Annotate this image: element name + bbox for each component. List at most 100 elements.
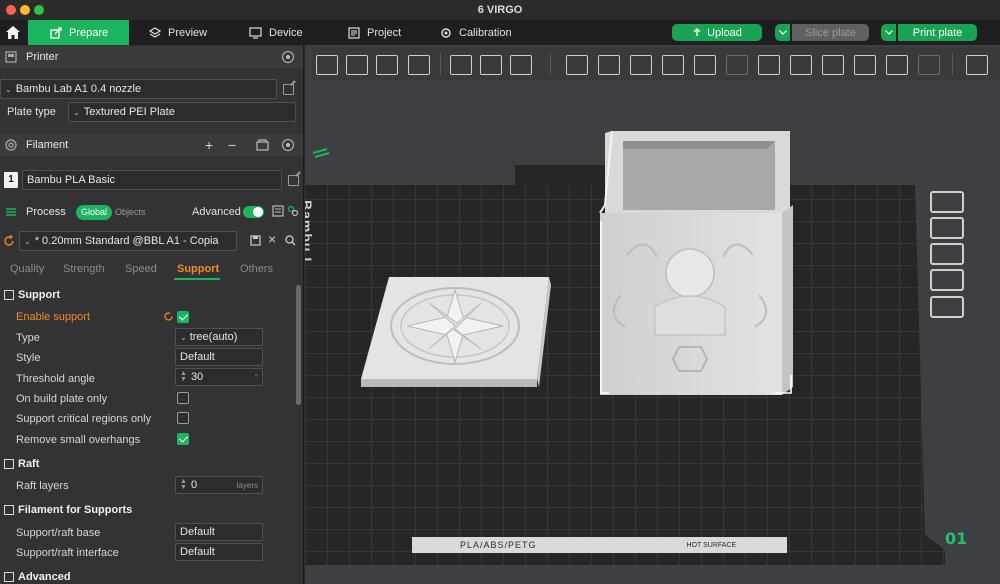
- support-style-label: Style: [16, 352, 41, 364]
- move-icon[interactable]: [566, 55, 588, 75]
- reset-preset-icon[interactable]: [3, 235, 15, 247]
- home-button[interactable]: [0, 20, 26, 45]
- filament-select[interactable]: Bambu PLA Basic: [22, 170, 282, 190]
- close-preset-icon[interactable]: ×: [268, 231, 276, 247]
- subtab-speed[interactable]: Speed: [125, 263, 157, 275]
- critical-regions-checkbox[interactable]: [177, 412, 189, 424]
- tab-calibration[interactable]: Calibration: [440, 20, 512, 45]
- tab-project[interactable]: Project: [348, 20, 401, 45]
- threshold-angle-input[interactable]: ▲ ▼ 30 °: [175, 368, 263, 386]
- process-preset-select[interactable]: ⌄ * 0.20mm Standard @BBL A1 - Copia: [19, 231, 237, 251]
- filament-slot-number[interactable]: 1: [4, 172, 18, 188]
- subtab-quality[interactable]: Quality: [10, 263, 44, 275]
- chevron-down-icon: [778, 30, 787, 35]
- add-filament-icon[interactable]: +: [205, 137, 213, 153]
- compare-presets-icon[interactable]: [272, 205, 284, 217]
- build-plate-only-checkbox[interactable]: [177, 392, 189, 404]
- support-style-value: Default: [180, 351, 215, 363]
- close-window-button[interactable]: [6, 5, 16, 15]
- delete-plate-icon[interactable]: [930, 191, 964, 213]
- support-type-select[interactable]: ⌄ tree(auto): [175, 328, 263, 346]
- settings-scrollbar[interactable]: [296, 285, 301, 405]
- color-painting-icon[interactable]: [854, 55, 876, 75]
- arrange-plate-icon[interactable]: [930, 243, 964, 265]
- search-icon[interactable]: [285, 235, 296, 246]
- filament-settings-gear-icon[interactable]: [282, 139, 294, 151]
- print-plate-button[interactable]: Print plate: [898, 24, 977, 41]
- support-base-select[interactable]: Default: [175, 523, 263, 541]
- save-preset-icon[interactable]: [250, 235, 261, 246]
- process-preset-value: * 0.20mm Standard @BBL A1 - Copia: [34, 235, 219, 247]
- support-style-select[interactable]: Default: [175, 348, 263, 366]
- 3d-viewport[interactable]: Bambu L PLA/ABS/PETG HOT SURFACE 01: [305, 45, 1000, 584]
- subtab-strength[interactable]: Strength: [63, 263, 105, 275]
- enable-support-checkbox[interactable]: [177, 311, 189, 323]
- plate-number[interactable]: 01: [945, 529, 967, 548]
- return-icon[interactable]: [966, 55, 988, 75]
- stepper-arrows-icon[interactable]: ▲ ▼: [180, 478, 187, 491]
- layers-editing-icon[interactable]: [510, 55, 532, 75]
- assembly-icon[interactable]: [918, 55, 940, 75]
- edit-printer-icon[interactable]: [283, 84, 294, 95]
- print-dropdown-button[interactable]: [881, 24, 896, 41]
- project-icon: [348, 26, 360, 39]
- tab-label: Preview: [168, 26, 208, 39]
- lid-model[interactable]: [361, 277, 551, 387]
- objects-toggle[interactable]: Objects: [115, 205, 146, 220]
- remove-filament-icon[interactable]: −: [228, 137, 236, 153]
- advanced-toggle[interactable]: [243, 206, 264, 218]
- orient-plate-icon[interactable]: [930, 217, 964, 239]
- print-plate-label: Print plate: [912, 26, 963, 39]
- support-interface-select[interactable]: Default: [175, 543, 263, 561]
- text-shape-icon[interactable]: [822, 55, 844, 75]
- threshold-angle-label: Threshold angle: [16, 373, 95, 385]
- sync-ams-icon[interactable]: [256, 139, 269, 151]
- auto-orient-icon[interactable]: [376, 55, 398, 75]
- tab-label: Project: [367, 26, 402, 39]
- arrange-icon[interactable]: [408, 55, 430, 75]
- support-type-label: Type: [16, 332, 40, 344]
- measure-icon[interactable]: [886, 55, 908, 75]
- mesh-boolean-icon[interactable]: [726, 55, 748, 75]
- process-tools-icon[interactable]: [287, 205, 299, 217]
- subtab-others[interactable]: Others: [240, 263, 273, 275]
- raft-heading: Raft: [18, 458, 40, 470]
- home-icon: [6, 26, 20, 39]
- minimize-window-button[interactable]: [20, 5, 30, 15]
- cut-icon[interactable]: [694, 55, 716, 75]
- add-object-icon[interactable]: [316, 55, 338, 75]
- tab-device[interactable]: Device: [249, 20, 303, 45]
- printer-settings-gear-icon[interactable]: [282, 51, 294, 63]
- toolbar-separator: [952, 53, 953, 75]
- reset-value-icon[interactable]: [163, 311, 174, 322]
- global-toggle[interactable]: Global: [76, 205, 113, 220]
- plate-type-select[interactable]: ⌄ Textured PEI Plate: [68, 102, 296, 122]
- raft-layers-input[interactable]: ▲ ▼ 0 layers: [175, 476, 263, 494]
- lay-on-face-icon[interactable]: [662, 55, 684, 75]
- seam-painting-icon[interactable]: [790, 55, 812, 75]
- tab-preview[interactable]: Preview: [149, 20, 207, 45]
- plate-settings-icon[interactable]: [930, 296, 964, 318]
- tab-prepare[interactable]: Prepare: [28, 20, 130, 45]
- zoom-window-button[interactable]: [34, 5, 44, 15]
- support-painting-icon[interactable]: [758, 55, 780, 75]
- raft-icon: [4, 459, 14, 469]
- split-objects-icon[interactable]: [450, 55, 472, 75]
- advanced-icon: [4, 572, 14, 582]
- upload-button[interactable]: Upload: [672, 24, 762, 41]
- edit-filament-icon[interactable]: [288, 175, 299, 186]
- box-model[interactable]: [599, 130, 793, 395]
- slice-dropdown-button[interactable]: [775, 24, 790, 41]
- slice-plate-button[interactable]: Slice plate: [792, 24, 869, 41]
- stepper-arrows-icon[interactable]: ▲ ▼: [180, 370, 187, 383]
- remove-overhangs-checkbox[interactable]: [177, 433, 189, 445]
- scale-icon[interactable]: [630, 55, 652, 75]
- rotate-icon[interactable]: [598, 55, 620, 75]
- subtab-support[interactable]: Support: [177, 263, 219, 275]
- add-plate-icon[interactable]: [346, 55, 368, 75]
- filament-row: 1 Bambu PLA Basic: [4, 170, 284, 190]
- enable-support-label: Enable support: [16, 311, 90, 323]
- split-parts-icon[interactable]: [480, 55, 502, 75]
- printer-model-select[interactable]: ⌄ Bambu Lab A1 0.4 nozzle: [0, 79, 277, 99]
- lock-plate-icon[interactable]: [930, 269, 964, 291]
